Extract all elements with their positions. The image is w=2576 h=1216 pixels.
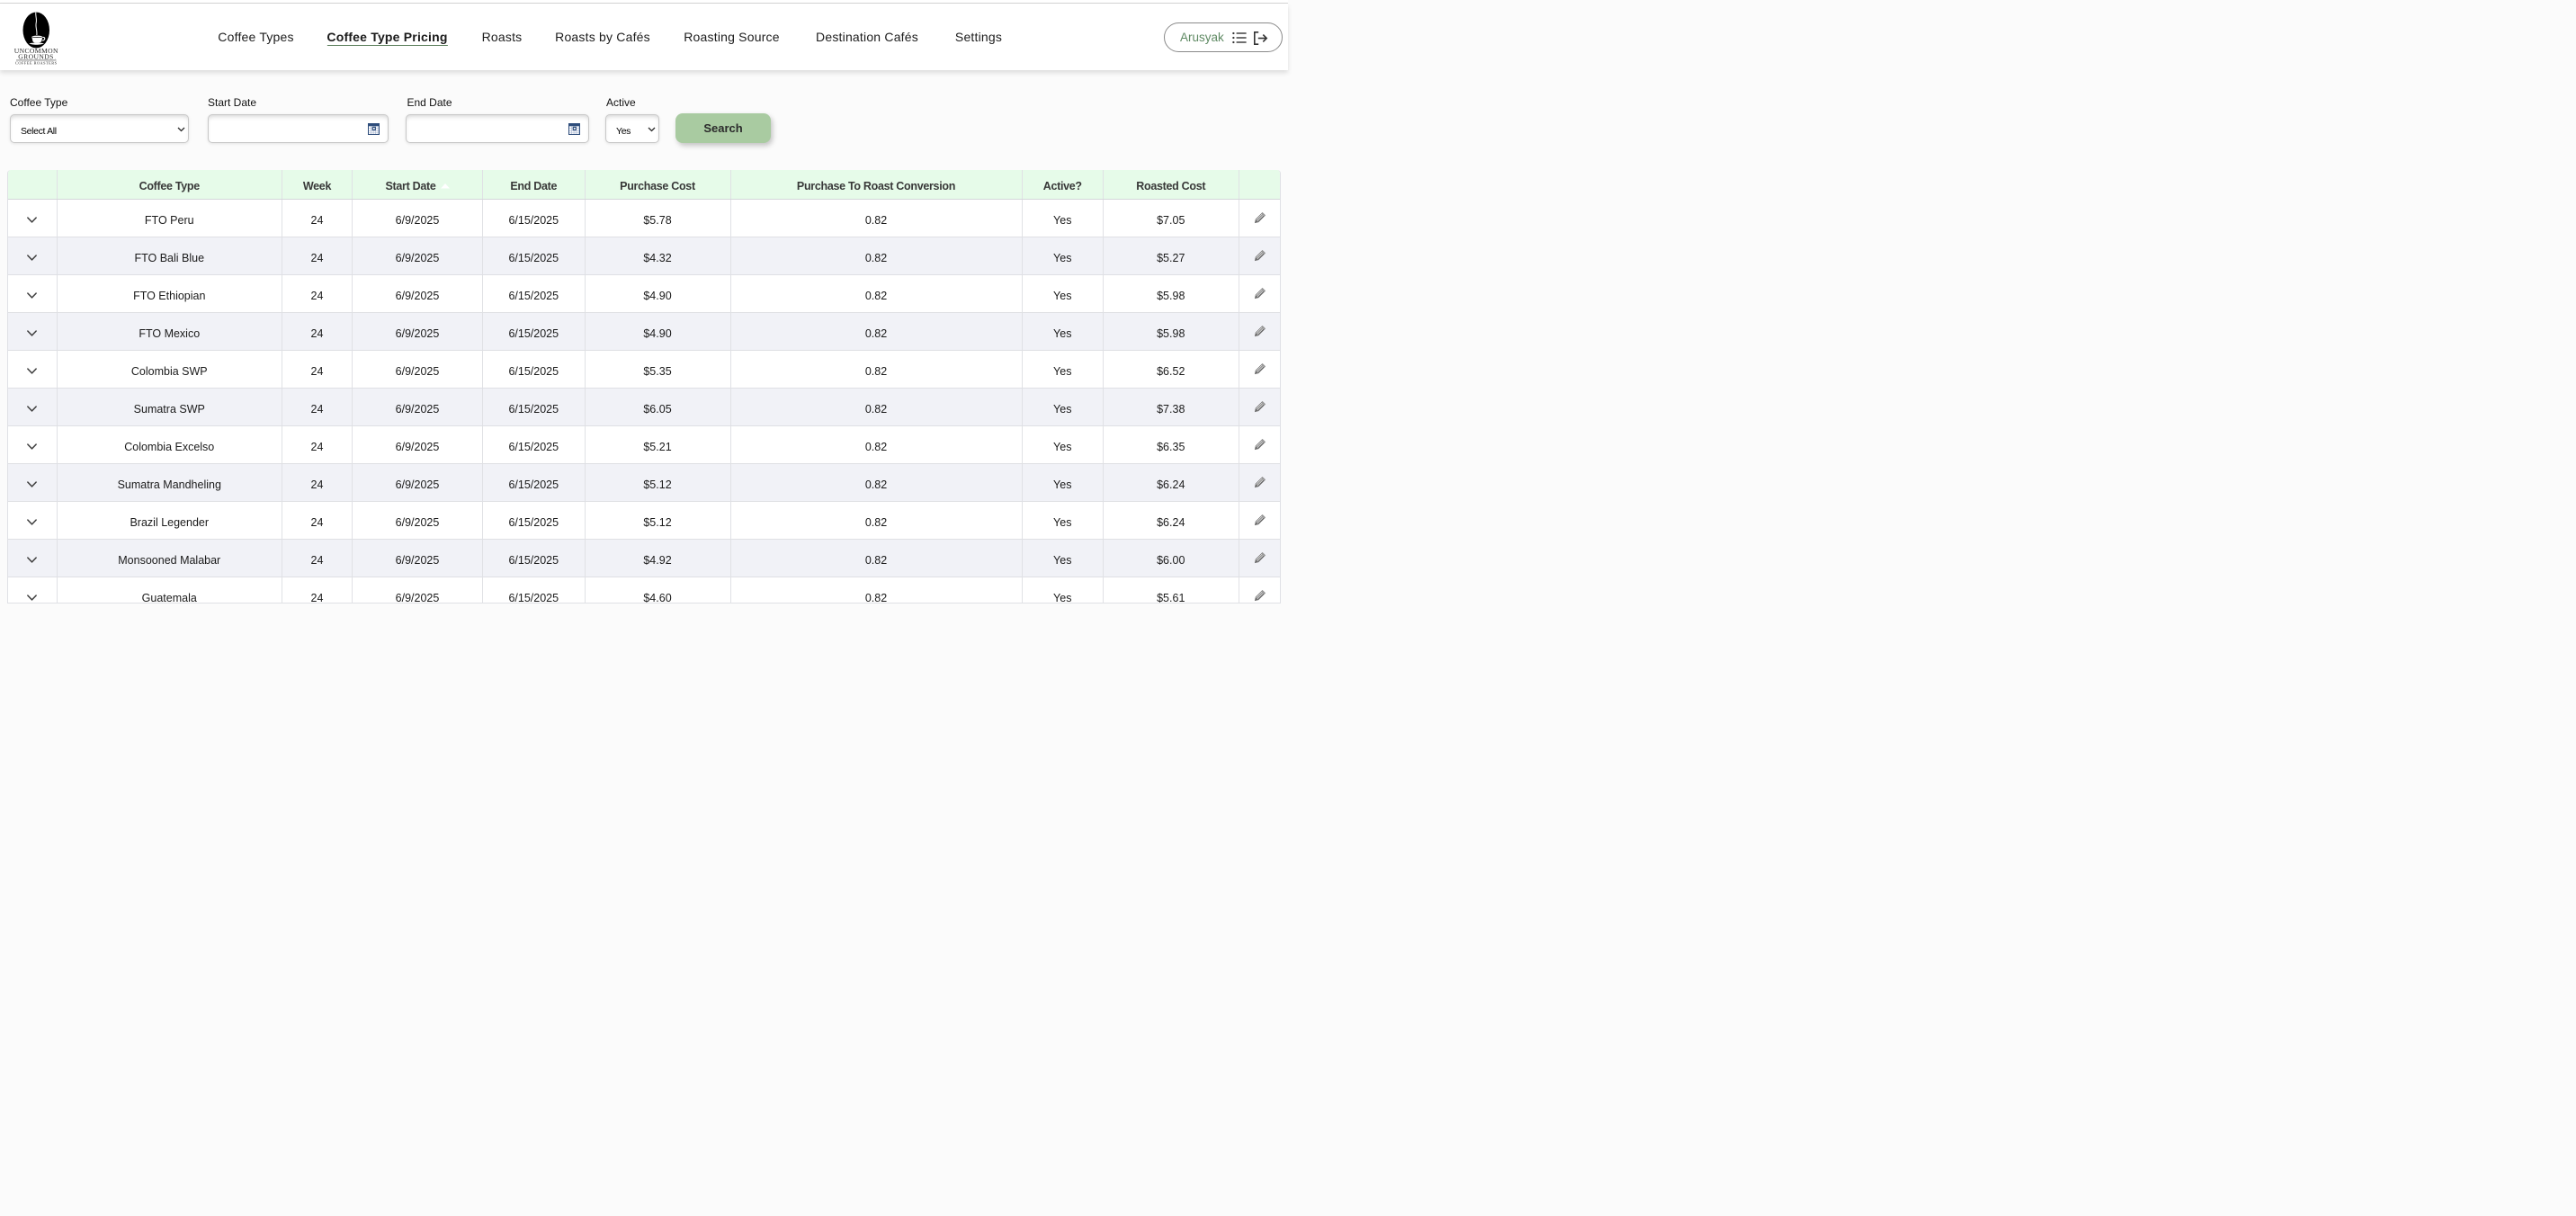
svg-text:COFFEE ROASTERS: COFFEE ROASTERS <box>15 61 58 66</box>
svg-text:GROUNDS .: GROUNDS . <box>18 53 56 61</box>
